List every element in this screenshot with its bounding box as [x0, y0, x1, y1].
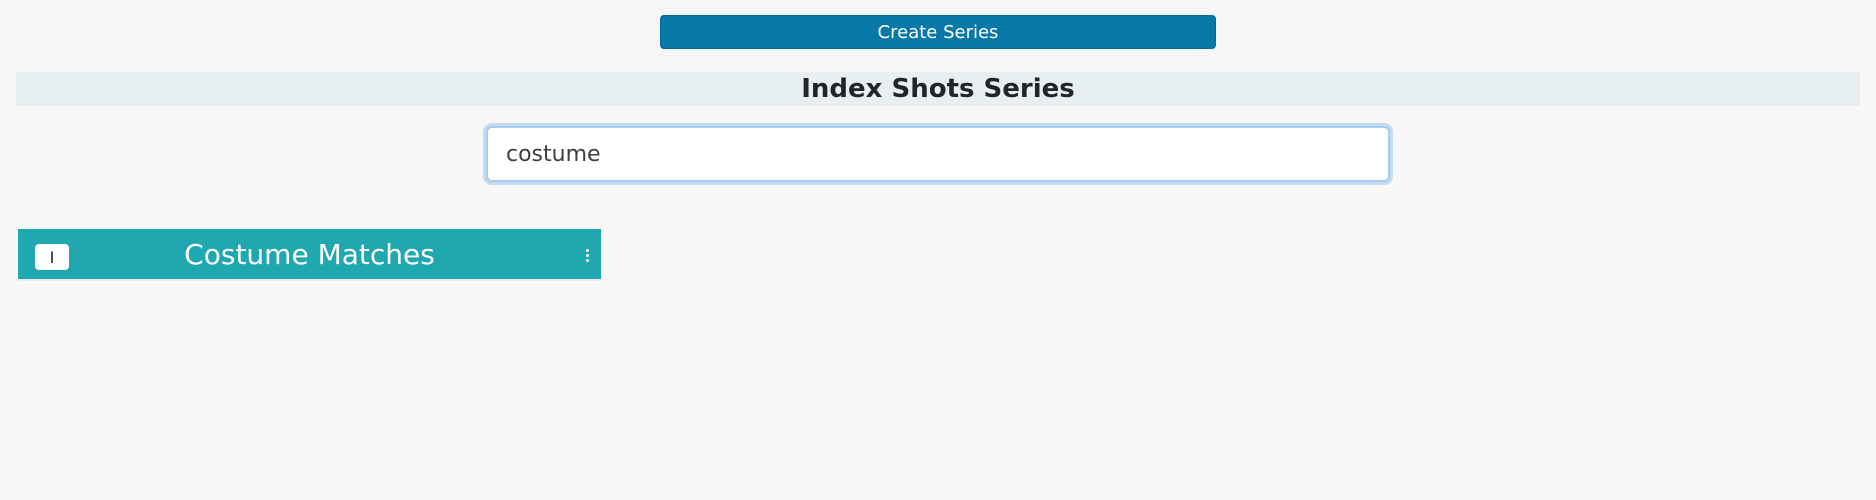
create-series-button[interactable]: Create Series [660, 15, 1216, 49]
series-badge[interactable]: I [35, 244, 69, 270]
vertical-ellipsis-icon[interactable] [580, 244, 594, 266]
menu-dot [585, 258, 589, 262]
search-input[interactable] [488, 128, 1388, 180]
menu-dot [585, 253, 589, 257]
series-card[interactable]: I Costume Matches [18, 229, 601, 281]
series-title: Costume Matches [184, 237, 435, 271]
menu-dot [585, 248, 589, 252]
page-title-bar: Index Shots Series [16, 72, 1860, 106]
search-field[interactable] [486, 126, 1390, 182]
page-title: Index Shots Series [801, 74, 1075, 104]
